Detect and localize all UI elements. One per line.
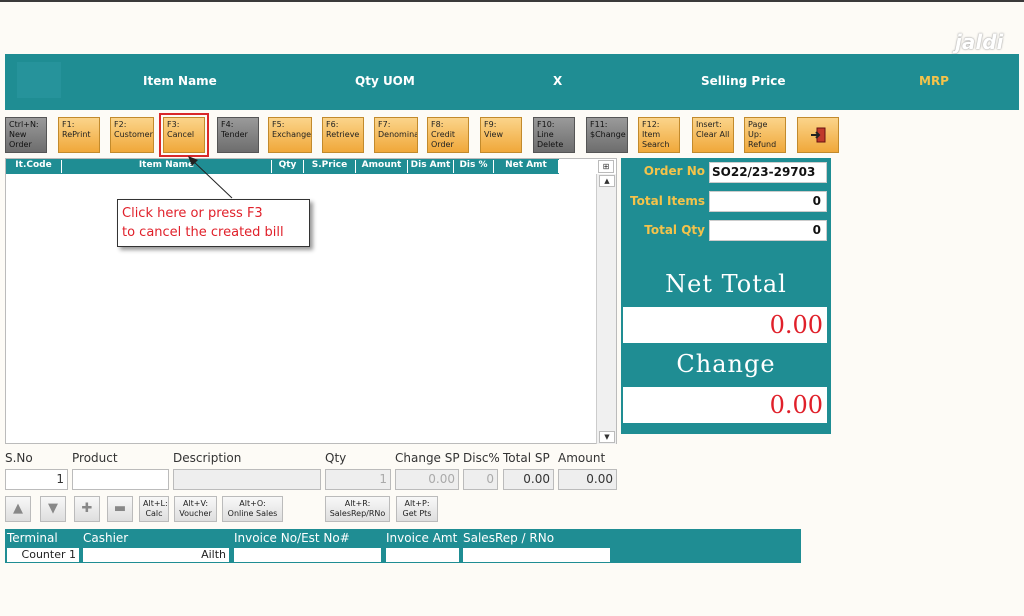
plus-icon: ✚ bbox=[81, 501, 93, 516]
minus-icon: ▬ bbox=[113, 501, 127, 516]
move-down-button[interactable]: ▼ bbox=[40, 496, 66, 522]
reprint-button[interactable]: F1: RePrint bbox=[58, 117, 100, 153]
add-item-button[interactable]: ✚ bbox=[74, 496, 100, 522]
salesrep-value bbox=[463, 548, 610, 562]
total-sp-input: 0.00 bbox=[503, 469, 554, 490]
tender-button[interactable]: F4: Tender bbox=[217, 117, 259, 153]
net-total-label: Net Total bbox=[665, 270, 787, 298]
grid-scrollbar[interactable]: ▲ ▼ bbox=[596, 174, 616, 444]
remove-item-button[interactable]: ▬ bbox=[107, 496, 133, 522]
header-selling-price: Selling Price bbox=[701, 74, 786, 88]
disc-label: Disc% bbox=[463, 451, 500, 465]
scroll-up-icon[interactable]: ▲ bbox=[599, 175, 615, 187]
total-sp-label: Total SP bbox=[503, 451, 550, 465]
change-sp-label: Change SP bbox=[395, 451, 460, 465]
invoice-amt-label: Invoice Amt bbox=[386, 531, 458, 545]
col-dis-pct: Dis % bbox=[454, 160, 494, 173]
line-delete-button[interactable]: F10: Line Delete bbox=[533, 117, 575, 153]
invoice-no-value bbox=[234, 548, 381, 562]
credit-order-button[interactable]: F8: Credit Order bbox=[427, 117, 469, 153]
customer-button[interactable]: F2: Customer bbox=[110, 117, 154, 153]
order-summary-panel: Order No SO22/23-29703 Total Items 0 Tot… bbox=[621, 158, 831, 434]
exchange-button[interactable]: F5: Exchange bbox=[268, 117, 312, 153]
terminal-value: Counter 1 bbox=[7, 548, 79, 562]
retrieve-button[interactable]: F6: Retrieve bbox=[322, 117, 364, 153]
exit-door-icon bbox=[811, 127, 826, 143]
description-label: Description bbox=[173, 451, 242, 465]
arrow-up-icon: ▲ bbox=[13, 501, 23, 516]
disc-input[interactable]: 0 bbox=[463, 469, 498, 490]
sno-label: S.No bbox=[5, 451, 33, 465]
view-button[interactable]: F9: View bbox=[480, 117, 522, 153]
move-up-button[interactable]: ▲ bbox=[5, 496, 31, 522]
col-dis-amt: Dis Amt bbox=[408, 160, 454, 173]
exit-button[interactable] bbox=[797, 117, 839, 153]
scroll-down-icon[interactable]: ▼ bbox=[599, 431, 615, 443]
arrow-down-icon: ▼ bbox=[48, 501, 58, 516]
amount-input: 0.00 bbox=[558, 469, 617, 490]
cashier-label: Cashier bbox=[83, 531, 129, 545]
item-header-bar: Item Name Qty UOM X Selling Price MRP bbox=[5, 54, 1019, 110]
get-points-button[interactable]: Alt+P: Get Pts bbox=[396, 496, 438, 522]
refund-button[interactable]: Page Up: Refund bbox=[744, 117, 786, 153]
voucher-button[interactable]: Alt+V: Voucher bbox=[174, 496, 217, 522]
cashier-value: Ailth bbox=[83, 548, 229, 562]
denomination-button[interactable]: F7: Denomina bbox=[374, 117, 418, 153]
change-button[interactable]: F11: $Change bbox=[586, 117, 628, 153]
col-qty: Qty bbox=[272, 160, 304, 173]
product-input[interactable] bbox=[72, 469, 169, 490]
col-net-amt: Net Amt bbox=[494, 160, 559, 173]
sno-input[interactable]: 1 bbox=[5, 469, 68, 490]
item-search-button[interactable]: F12: Item Search bbox=[638, 117, 680, 153]
store-logo bbox=[17, 62, 61, 98]
qty-label: Qty bbox=[325, 451, 347, 465]
change-label: Change bbox=[676, 350, 776, 378]
total-qty-label: Total Qty bbox=[644, 223, 705, 237]
total-qty-value: 0 bbox=[709, 220, 827, 241]
item-grid[interactable]: It.Code Item Name Qty S.Price Amount Dis… bbox=[5, 158, 617, 444]
description-input bbox=[173, 469, 321, 490]
salesrep-label: SalesRep / RNo bbox=[463, 531, 555, 545]
order-no-label: Order No bbox=[643, 164, 705, 178]
grid-settings-icon[interactable]: ⊞ bbox=[598, 160, 614, 173]
clear-all-button[interactable]: Insert: Clear All bbox=[692, 117, 734, 153]
net-total-value: 0.00 bbox=[623, 307, 827, 343]
order-no-value: SO22/23-29703 bbox=[709, 162, 827, 183]
invoice-amt-value bbox=[386, 548, 459, 562]
amount-label: Amount bbox=[558, 451, 606, 465]
item-grid-header: It.Code Item Name Qty S.Price Amount Dis… bbox=[6, 159, 559, 174]
window-top-border bbox=[0, 0, 1024, 2]
product-label: Product bbox=[72, 451, 118, 465]
header-mrp: MRP bbox=[919, 74, 949, 88]
new-order-button[interactable]: Ctrl+N: New Order bbox=[5, 117, 47, 153]
header-item-name: Item Name bbox=[143, 74, 217, 88]
callout-line-1: Click here or press F3 bbox=[122, 206, 263, 221]
header-qty-uom: Qty UOM bbox=[355, 74, 415, 88]
footer-info-bar: Terminal Cashier Invoice No/Est No# Invo… bbox=[5, 529, 801, 563]
total-items-value: 0 bbox=[709, 191, 827, 212]
online-sales-button[interactable]: Alt+O: Online Sales bbox=[222, 496, 283, 522]
qty-input[interactable]: 1 bbox=[325, 469, 391, 490]
col-item-name: Item Name bbox=[62, 160, 272, 173]
col-s-price: S.Price bbox=[304, 160, 356, 173]
change-value: 0.00 bbox=[623, 387, 827, 423]
calc-button[interactable]: Alt+L: Calc bbox=[139, 496, 169, 522]
cancel-button[interactable]: F3: Cancel bbox=[159, 113, 209, 157]
salesrep-button[interactable]: Alt+R: SalesRep/RNo bbox=[325, 496, 390, 522]
invoice-no-label: Invoice No/Est No# bbox=[234, 531, 350, 545]
col-amount: Amount bbox=[356, 160, 408, 173]
col-it-code: It.Code bbox=[6, 160, 62, 173]
callout-line-2: to cancel the created bill bbox=[122, 225, 284, 240]
cancel-hint-callout: Click here or press F3 to cancel the cre… bbox=[117, 199, 310, 247]
terminal-label: Terminal bbox=[7, 531, 58, 545]
total-items-label: Total Items bbox=[630, 194, 705, 208]
header-x: X bbox=[553, 74, 563, 88]
change-sp-input[interactable]: 0.00 bbox=[395, 469, 459, 490]
jaldi-watermark: jaldi bbox=[955, 30, 1004, 54]
